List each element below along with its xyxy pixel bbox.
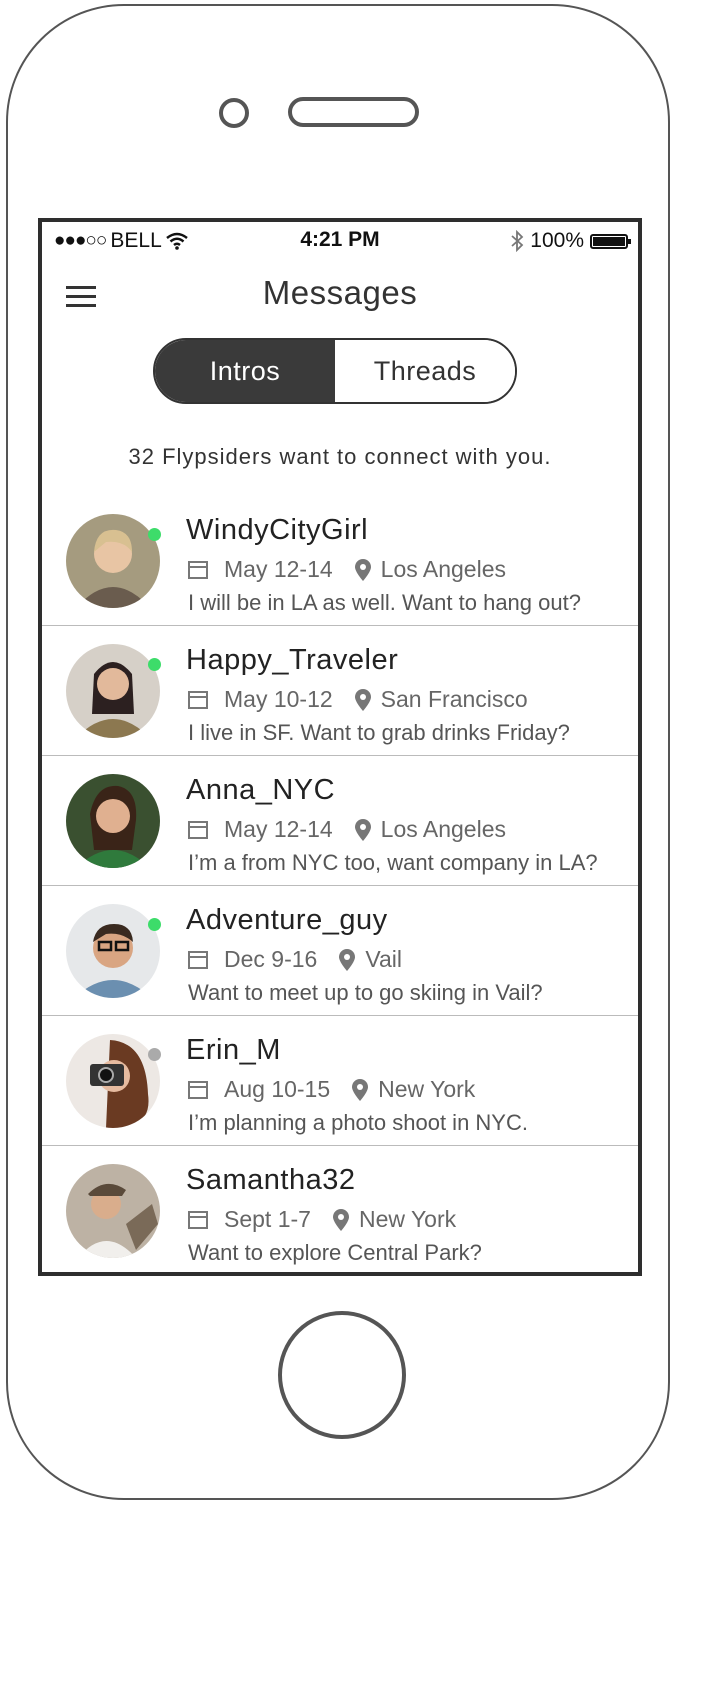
trip-location: New York <box>378 1076 476 1102</box>
offline-status-dot <box>148 1048 161 1061</box>
location-pin-icon <box>332 1208 349 1231</box>
message-preview: I’m a from NYC too, want company in LA? <box>188 850 598 875</box>
trip-dates: Sept 1-7 <box>224 1206 311 1232</box>
location-pin-icon <box>354 818 371 841</box>
message-preview: Want to meet up to go skiing in Vail? <box>188 980 543 1005</box>
list-item[interactable]: Anna_NYC May 12-14 Los Angeles I’m a fro… <box>42 756 638 886</box>
location-pin-icon <box>352 1078 369 1101</box>
calendar-icon <box>188 560 208 579</box>
speaker <box>288 97 419 127</box>
avatar <box>66 1164 160 1258</box>
camera <box>219 98 249 128</box>
list-item[interactable]: Adventure_guy Dec 9-16 Vail Want to meet… <box>42 886 638 1016</box>
contact-name: Erin_M <box>186 1034 281 1066</box>
home-button[interactable] <box>278 1311 406 1439</box>
calendar-icon <box>188 820 208 839</box>
battery-percent: 100% <box>530 229 584 252</box>
avatar <box>66 774 160 868</box>
trip-location: Vail <box>365 946 402 972</box>
online-status-dot <box>148 528 161 541</box>
message-list: WindyCityGirl May 12-14 Los Angeles I wi… <box>42 496 638 1272</box>
calendar-icon <box>188 1080 208 1099</box>
list-item[interactable]: Samantha32 Sept 1-7 New York Want to exp… <box>42 1146 638 1272</box>
status-bar: ●●●○○ BELL 4:21 PM 100% <box>42 222 638 258</box>
trip-dates: May 10-12 <box>224 686 333 712</box>
avatar <box>66 904 160 998</box>
list-item[interactable]: Happy_Traveler May 10-12 San Francisco I… <box>42 626 638 756</box>
calendar-icon <box>188 1210 208 1229</box>
online-status-dot <box>148 918 161 931</box>
trip-dates: Aug 10-15 <box>224 1076 331 1102</box>
location-pin-icon <box>339 948 356 971</box>
contact-name: Adventure_guy <box>186 904 388 936</box>
bluetooth-icon <box>511 230 524 252</box>
screen: ●●●○○ BELL 4:21 PM 100% Messages Intros … <box>38 218 642 1276</box>
contact-name: Anna_NYC <box>186 774 336 806</box>
tab-switcher: Intros Threads <box>153 338 517 404</box>
tab-threads[interactable]: Threads <box>335 340 515 402</box>
connection-notice: 32 Flypsiders want to connect with you. <box>128 444 552 469</box>
list-item[interactable]: WindyCityGirl May 12-14 Los Angeles I wi… <box>42 496 638 626</box>
page-title: Messages <box>262 274 418 311</box>
trip-location: Los Angeles <box>380 556 506 582</box>
trip-dates: Dec 9-16 <box>224 946 318 972</box>
trip-dates: May 12-14 <box>224 816 333 842</box>
list-item[interactable]: Erin_M Aug 10-15 New York I’m planning a… <box>42 1016 638 1146</box>
message-preview: I will be in LA as well. Want to hang ou… <box>188 590 581 615</box>
contact-name: WindyCityGirl <box>186 514 369 546</box>
location-pin-icon <box>354 688 371 711</box>
contact-name: Samantha32 <box>186 1164 356 1196</box>
calendar-icon <box>188 690 208 709</box>
message-preview: Want to explore Central Park? <box>188 1240 482 1265</box>
tab-intros[interactable]: Intros <box>155 340 335 402</box>
trip-location: Los Angeles <box>380 816 506 842</box>
message-preview: I’m planning a photo shoot in NYC. <box>188 1110 528 1135</box>
battery-icon <box>590 233 631 249</box>
trip-dates: May 12-14 <box>224 556 333 582</box>
contact-name: Happy_Traveler <box>186 644 399 676</box>
location-pin-icon <box>354 558 371 581</box>
calendar-icon <box>188 950 208 969</box>
avatar <box>66 514 160 608</box>
trip-location: San Francisco <box>380 686 528 712</box>
avatar <box>66 644 160 738</box>
trip-location: New York <box>358 1206 457 1232</box>
message-preview: I live in SF. Want to grab drinks Friday… <box>188 720 570 745</box>
online-status-dot <box>148 658 161 671</box>
avatar <box>66 1034 160 1128</box>
